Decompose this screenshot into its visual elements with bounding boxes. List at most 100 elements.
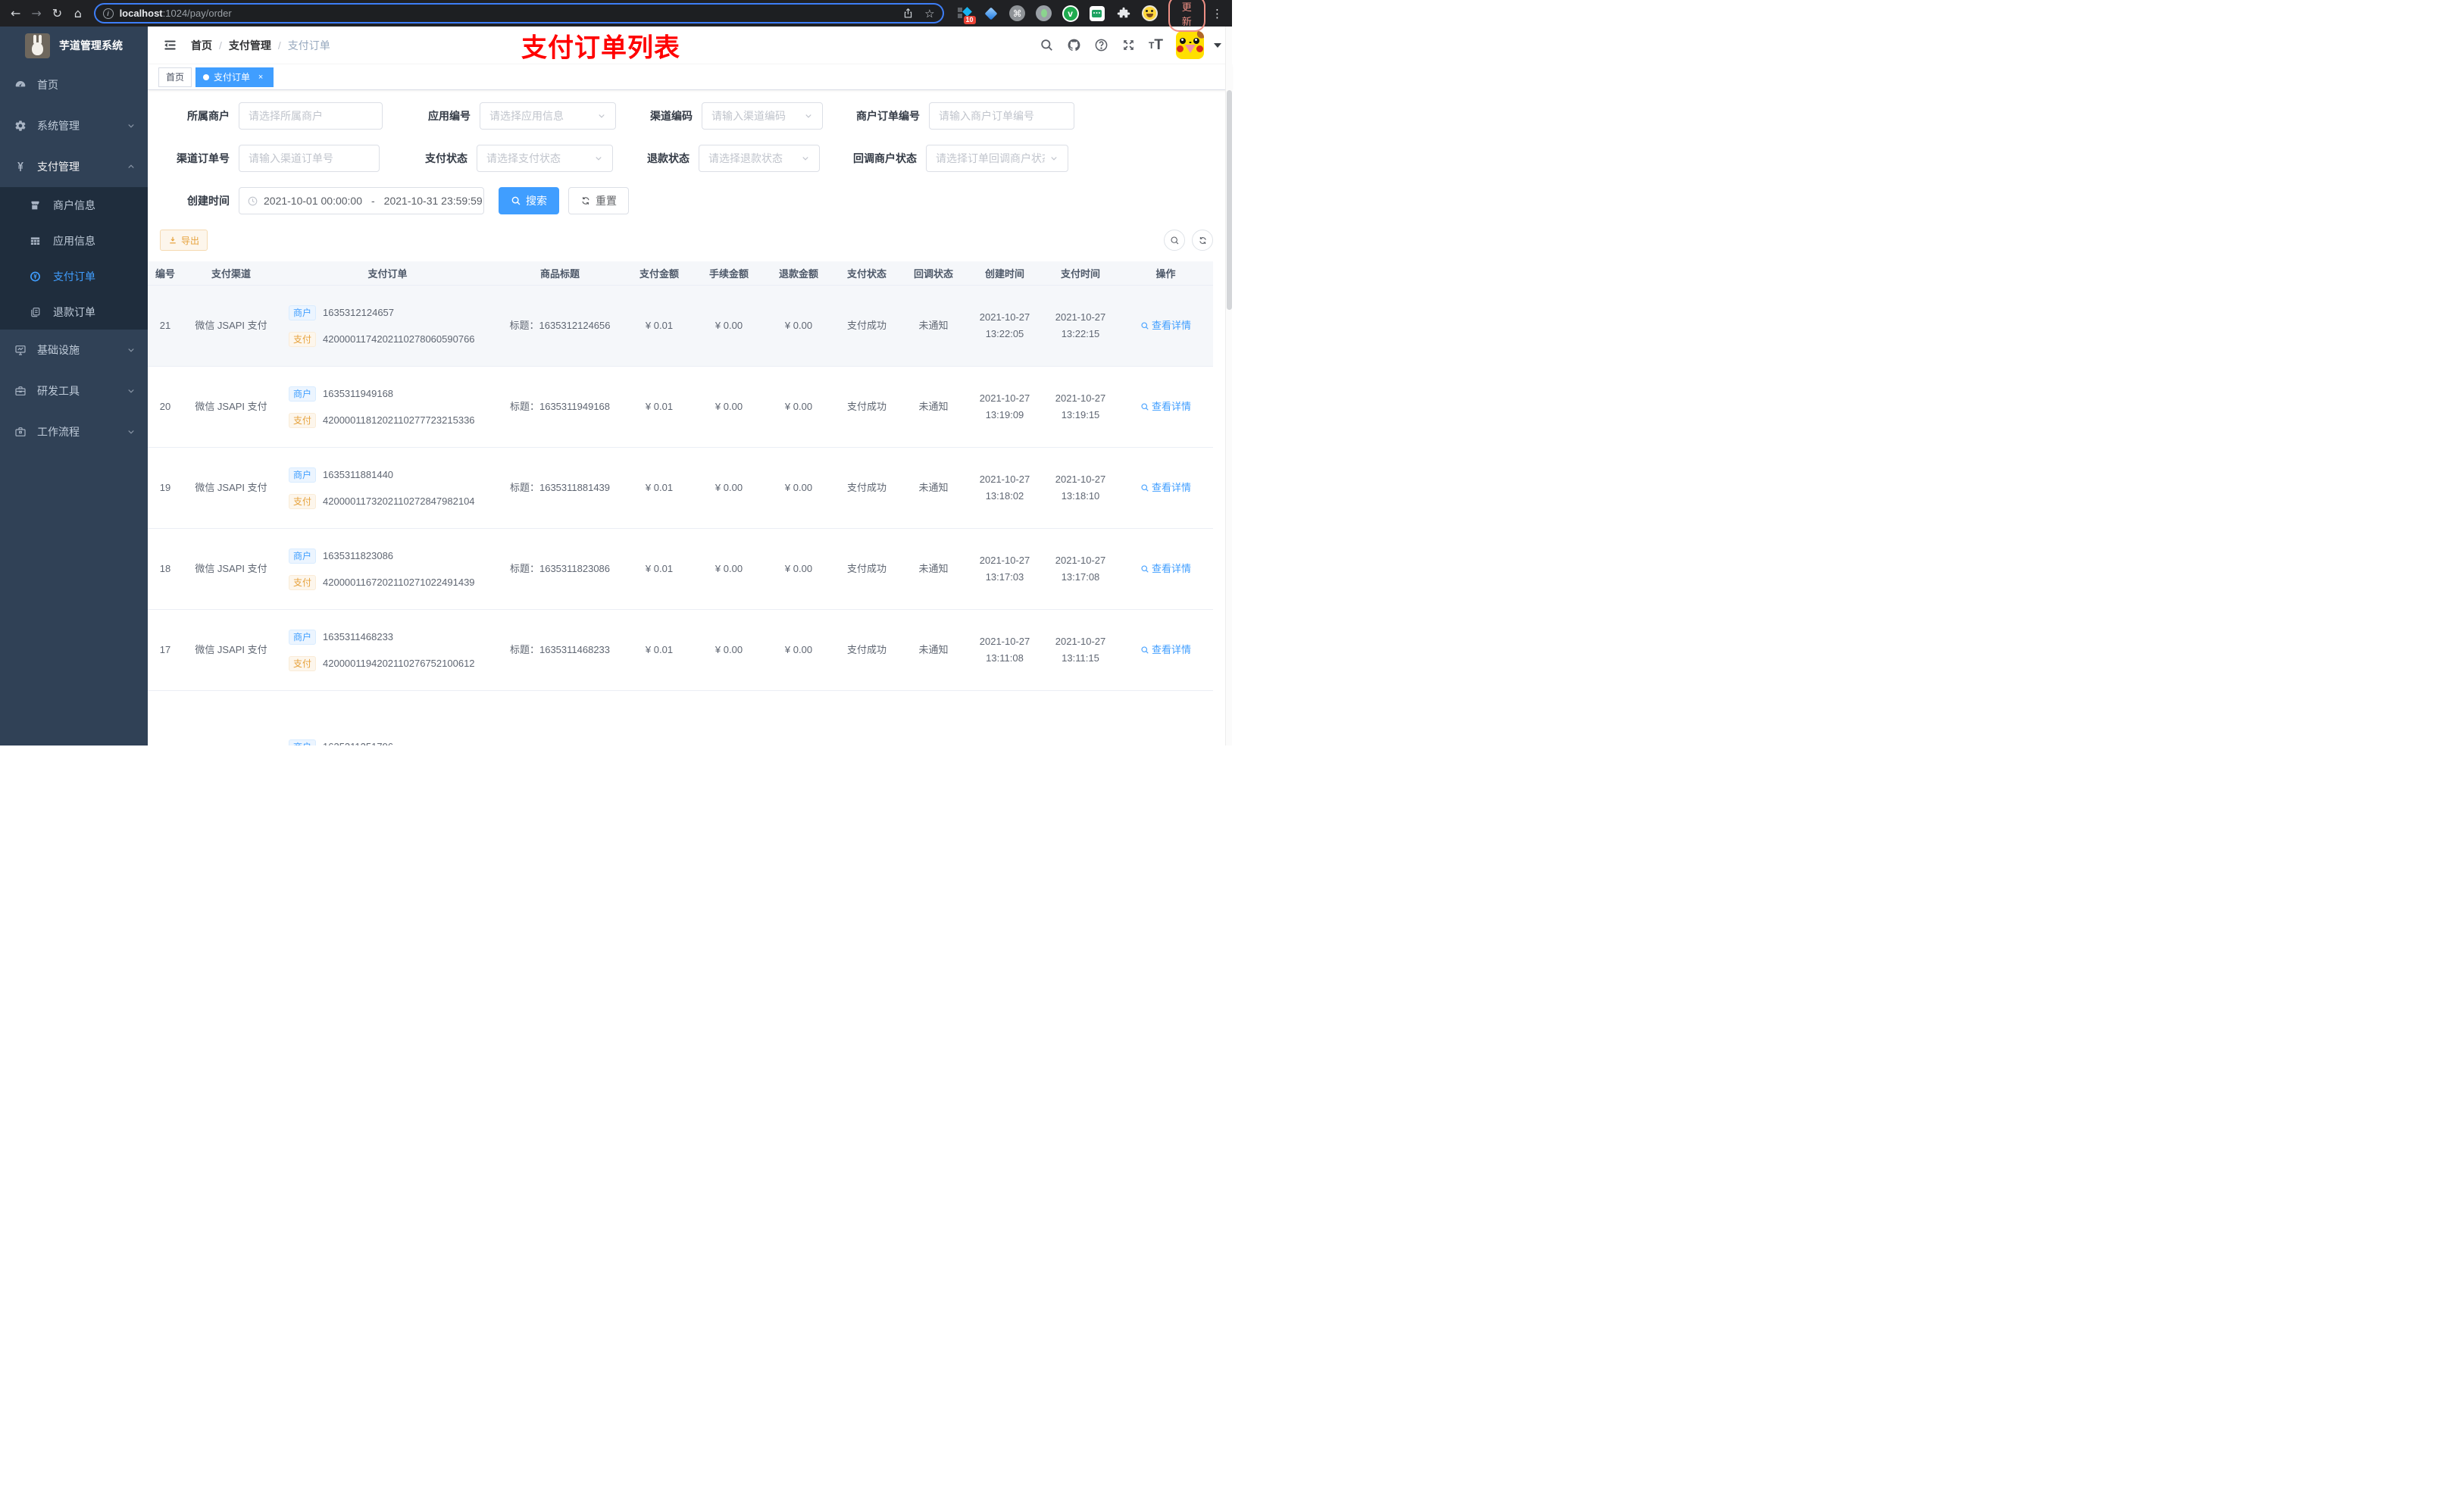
channel-order-no-filter-label: 渠道订单号 <box>177 152 230 164</box>
pay-status-cell <box>833 691 900 746</box>
toggle-search-button[interactable] <box>1164 230 1185 251</box>
sidebar-item-退款订单[interactable]: 退款订单 <box>0 294 148 330</box>
sidebar-item-商户信息[interactable]: 商户信息 <box>0 187 148 223</box>
extension-gem-icon[interactable] <box>983 5 999 22</box>
notify-status-cell: 未通知 <box>918 320 949 331</box>
refresh-table-button[interactable] <box>1192 230 1213 251</box>
refund-amount-cell: ¥ 0.00 <box>784 644 813 655</box>
notify-status-cell <box>900 691 967 746</box>
extension-chat-icon[interactable] <box>1089 5 1105 22</box>
logo-avatar <box>25 33 50 58</box>
sidebar-item-label: 系统管理 <box>37 120 80 132</box>
forward-icon[interactable]: → <box>28 4 44 23</box>
refund-status-filter-select[interactable]: 请选择退款状态 <box>699 145 820 172</box>
breadcrumb-item[interactable]: 首页 <box>191 38 212 53</box>
refund-amount-cell <box>764 691 833 746</box>
notify-status-cell: 未通知 <box>918 563 949 574</box>
extension-v-icon[interactable]: v <box>1062 5 1079 22</box>
sidebar-item-label: 基础设施 <box>37 344 80 356</box>
pay-status-cell: 支付成功 <box>846 644 886 655</box>
close-icon[interactable]: × <box>255 72 266 83</box>
gear-icon <box>14 120 27 133</box>
column-header-手续金额: 手续金额 <box>708 268 749 280</box>
pay-amount-cell: ¥ 0.01 <box>645 644 674 655</box>
channel-order-no: 420000117320211027​2847982104 <box>323 495 475 507</box>
pay-status-cell: 支付成功 <box>846 320 886 331</box>
extension-record-icon[interactable] <box>1036 5 1052 22</box>
fullscreen-icon[interactable] <box>1121 38 1136 52</box>
app-logo[interactable]: 芋道管理系统 <box>0 27 148 64</box>
tab-首页[interactable]: 首页 <box>158 67 192 87</box>
share-icon[interactable] <box>902 8 914 19</box>
scrollbar-thumb[interactable] <box>1227 90 1232 310</box>
pay-status-filter-select[interactable]: 请选择支付状态 <box>477 145 613 172</box>
column-header-支付时间: 支付时间 <box>1060 268 1100 280</box>
hamburger-icon[interactable] <box>155 38 185 52</box>
view-detail-link[interactable]: 查看详情 <box>1140 481 1191 495</box>
pay-order-cell: 商户 1635311251796 <box>280 691 496 746</box>
app-no-filter-select[interactable]: 请选择应用信息 <box>480 102 616 130</box>
channel-order-no: 420000117420211027​8060590766 <box>323 333 475 345</box>
table-row: 20 微信 JSAPI 支付 商户 1635311949168 支付 4200001181… <box>148 367 1213 448</box>
notify-status-filter-label: 回调商户状态 <box>853 152 917 164</box>
reset-button[interactable]: 重置 <box>568 187 629 214</box>
search-icon[interactable] <box>1040 38 1054 52</box>
browser-menu-icon[interactable]: ⋮ <box>1209 7 1226 20</box>
sidebar-item-工作流程[interactable]: 工作流程 <box>0 411 148 452</box>
pay-status-filter-label: 支付状态 <box>425 152 467 164</box>
pay-amount-cell: ¥ 0.01 <box>645 401 674 412</box>
date-start-value: 2021-10-01 00:00:00 <box>264 195 362 207</box>
sidebar-item-支付管理[interactable]: 支付管理 <box>0 146 148 187</box>
sidebar-item-系统管理[interactable]: 系统管理 <box>0 105 148 146</box>
sidebar-item-研发工具[interactable]: 研发工具 <box>0 370 148 411</box>
tab-支付订单[interactable]: 支付订单 × <box>195 67 274 87</box>
pay-order-cell: 商户 1635311881440 支付 420000117320211027​2847… <box>280 448 496 528</box>
window-scrollbar[interactable] <box>1225 27 1232 746</box>
site-info-icon[interactable]: i <box>102 8 114 19</box>
export-button[interactable]: 导出 <box>160 230 208 251</box>
github-icon[interactable] <box>1067 38 1081 52</box>
sidebar-item-label: 工作流程 <box>37 426 80 438</box>
user-avatar[interactable] <box>1176 31 1204 59</box>
create-time-cell: 2021-10-27 13:18:02 <box>979 474 1030 502</box>
refund-amount-cell: ¥ 0.00 <box>784 482 813 493</box>
yen-icon <box>14 161 27 173</box>
avatar-caret-icon[interactable] <box>1214 42 1221 48</box>
reload-icon[interactable]: ↻ <box>49 4 65 23</box>
sidebar-item-支付订单[interactable]: 支付订单 <box>0 258 148 294</box>
help-icon[interactable] <box>1094 38 1108 52</box>
placeholder-text: 请选择应用信息 <box>489 110 564 122</box>
sidebar-item-基础设施[interactable]: 基础设施 <box>0 330 148 370</box>
sidebar-item-label: 商户信息 <box>53 198 95 211</box>
merchant-tag: 商户 <box>289 629 317 645</box>
chevron-down-icon <box>127 386 136 395</box>
extensions-puzzle-icon[interactable] <box>1115 5 1132 22</box>
view-detail-link[interactable]: 查看详情 <box>1140 643 1191 657</box>
bookmark-star-icon[interactable]: ☆ <box>924 7 934 20</box>
browser-update-button[interactable]: 更新 <box>1168 0 1205 32</box>
channel-code-filter-select[interactable]: 请输入渠道编码 <box>702 102 823 130</box>
merchant-filter-input[interactable]: 请选择所属商户 <box>239 102 383 130</box>
sidebar-item-应用信息[interactable]: 应用信息 <box>0 223 148 258</box>
url-bar[interactable]: i localhost:1024/pay/order ☆ <box>95 5 943 22</box>
table-row: 18 微信 JSAPI 支付 商户 1635311823086 支付 4200001167… <box>148 529 1213 610</box>
order-id-cell: 19 <box>159 482 171 493</box>
view-detail-link[interactable]: 查看详情 <box>1140 400 1191 414</box>
channel-order-no-filter-input[interactable]: 请输入渠道订单号 <box>239 145 380 172</box>
home-icon[interactable]: ⌂ <box>70 4 86 23</box>
pay-tag: 支付 <box>289 493 317 509</box>
notify-status-filter-select[interactable]: 请选择订单回调商户状态 <box>926 145 1068 172</box>
extension-emoji-icon[interactable] <box>1141 5 1158 21</box>
create-time-range-input[interactable]: 2021-10-01 00:00:00 - 2021-10-31 23:59:5… <box>239 187 484 214</box>
view-detail-link[interactable]: 查看详情 <box>1140 319 1191 333</box>
breadcrumb-item[interactable]: 支付管理 <box>229 38 271 53</box>
extension-blocks-icon[interactable]: 10 <box>956 5 976 24</box>
merchant-order-no-filter-input[interactable]: 请输入商户订单编号 <box>929 102 1074 130</box>
view-detail-link[interactable]: 查看详情 <box>1140 562 1191 576</box>
search-button[interactable]: 搜索 <box>499 187 559 214</box>
table-row: 19 微信 JSAPI 支付 商户 1635311881440 支付 4200001173… <box>148 448 1213 529</box>
back-icon[interactable]: ← <box>8 4 23 23</box>
extension-command-icon[interactable]: ⌘ <box>1009 5 1026 22</box>
font-size-icon[interactable]: TT <box>1149 37 1163 54</box>
sidebar-item-首页[interactable]: 首页 <box>0 64 148 105</box>
